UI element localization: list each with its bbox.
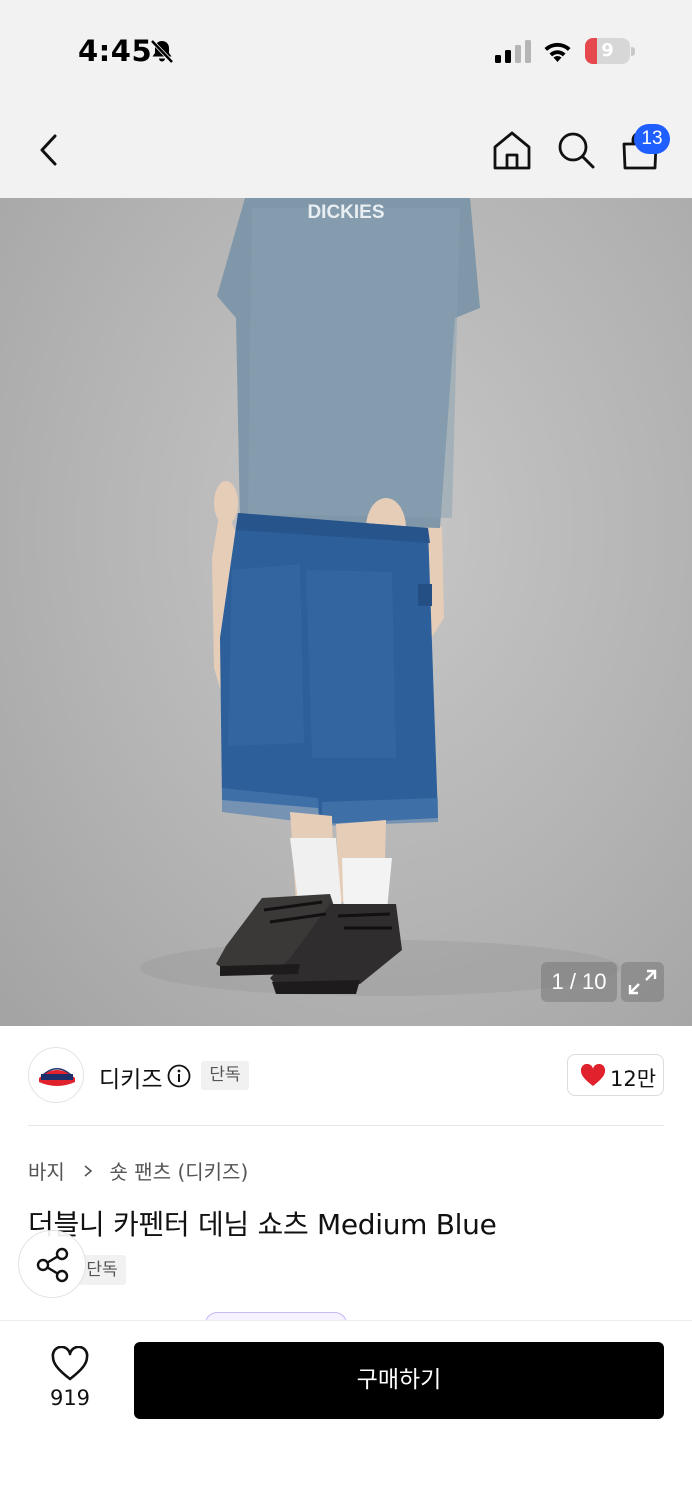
cart-count-badge: 13 xyxy=(634,124,670,154)
bell-slash-icon xyxy=(150,39,174,64)
chevron-right-icon xyxy=(84,1164,93,1177)
product-title: 더블니 카펜터 데님 쇼츠 Medium Blue xyxy=(28,1208,497,1241)
wishlist-count: 919 xyxy=(49,1386,91,1410)
product-image[interactable]: DICKIES 1 / 10 xyxy=(0,198,692,1026)
home-icon[interactable] xyxy=(490,128,534,172)
heart-filled-icon xyxy=(580,1064,606,1086)
exclusive-badge: 단독 xyxy=(201,1061,249,1090)
brand-name[interactable]: 디키즈 xyxy=(99,1060,162,1094)
battery-icon: 9 xyxy=(585,38,635,64)
battery-level: 9 xyxy=(601,40,614,61)
share-icon xyxy=(36,1247,69,1283)
shirt-print: DICKIES xyxy=(307,202,384,223)
breadcrumb-item[interactable]: 바지 xyxy=(28,1156,65,1185)
brand-like-button[interactable]: 12만 xyxy=(567,1054,664,1096)
divider xyxy=(28,1125,664,1126)
brand-like-count: 12만 xyxy=(610,1067,657,1091)
cellular-signal-icon xyxy=(495,40,531,63)
share-button[interactable] xyxy=(18,1230,86,1298)
breadcrumb-item[interactable]: 숏 팬츠 (디키즈) xyxy=(110,1156,249,1185)
chevron-left-icon[interactable] xyxy=(30,128,70,172)
status-bar: 4:45 9 xyxy=(0,0,692,100)
buy-button[interactable]: 구매하기 xyxy=(134,1342,664,1419)
expand-icon[interactable] xyxy=(621,962,664,1002)
image-counter: 1 / 10 xyxy=(541,962,617,1002)
wishlist-button[interactable]: 919 xyxy=(30,1342,110,1418)
heart-outline-icon xyxy=(51,1346,89,1381)
status-time: 4:45 xyxy=(78,34,153,68)
breadcrumb: 바지 숏 팬츠 (디키즈) xyxy=(28,1156,249,1185)
info-icon[interactable] xyxy=(167,1064,191,1088)
search-icon[interactable] xyxy=(554,128,598,172)
product-photo: DICKIES xyxy=(140,198,620,996)
dickies-logo-icon[interactable] xyxy=(28,1047,84,1103)
wifi-icon xyxy=(544,42,571,62)
top-nav xyxy=(0,100,692,198)
